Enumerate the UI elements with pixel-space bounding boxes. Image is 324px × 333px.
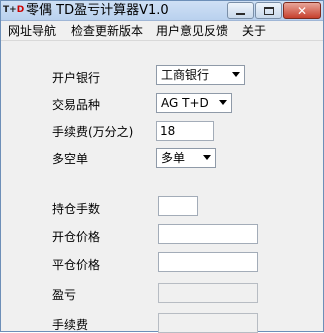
lots-label: 持仓手数 [52,202,101,216]
bank-select[interactable]: 工商银行 [156,65,245,85]
icon-letter-d: D [16,5,25,15]
menu-item-check-update[interactable]: 检查更新版本 [71,23,143,39]
lots-input[interactable] [158,196,198,216]
menu-item-feedback[interactable]: 用户意见反馈 [156,23,228,39]
dropdown-arrow-icon [203,155,211,160]
title-bar[interactable]: T+D 零偶 TD盈亏计算器V1.0 ✕ [1,1,323,21]
dropdown-arrow-icon [232,72,240,77]
bank-label: 开户银行 [52,71,101,85]
bank-select-value: 工商银行 [161,68,210,82]
product-select[interactable]: AG T+D [156,93,232,113]
dropdown-arrow-icon [219,100,227,105]
fee-label: 手续费 [52,318,89,332]
window-title: 零偶 TD盈亏计算器V1.0 [26,3,169,18]
direction-label: 多空单 [52,152,89,166]
direction-select[interactable]: 多单 [156,148,216,168]
menu-bar: 网址导航 检查更新版本 用户意见反馈 关于 [1,21,323,41]
product-label: 交易品种 [52,98,101,112]
pnl-output [158,283,258,303]
open-price-input[interactable] [158,224,258,244]
app-icon: T+D [3,4,25,17]
menu-item-about[interactable]: 关于 [242,23,266,39]
fee-rate-value: 18 [160,124,176,138]
fee-rate-input[interactable]: 18 [156,121,214,141]
direction-select-value: 多单 [161,151,186,165]
close-price-label: 平仓价格 [52,258,101,272]
close-icon: ✕ [296,3,308,18]
minimize-icon [236,12,245,15]
close-price-input[interactable] [158,252,258,272]
app-window: T+D 零偶 TD盈亏计算器V1.0 ✕ 网址导航 检查更新版本 用户意见反馈 … [0,0,324,333]
maximize-icon [263,6,274,15]
close-button[interactable]: ✕ [283,2,321,19]
minimize-button[interactable] [227,2,254,19]
icon-plus: + [9,5,17,15]
fee-output [158,313,258,333]
menu-item-navigation[interactable]: 网址导航 [8,23,56,39]
pnl-label: 盈亏 [52,288,77,302]
fee-rate-label: 手续费(万分之) [52,125,134,139]
product-select-value: AG T+D [161,96,209,110]
open-price-label: 开仓价格 [52,230,101,244]
maximize-button[interactable] [255,2,282,19]
